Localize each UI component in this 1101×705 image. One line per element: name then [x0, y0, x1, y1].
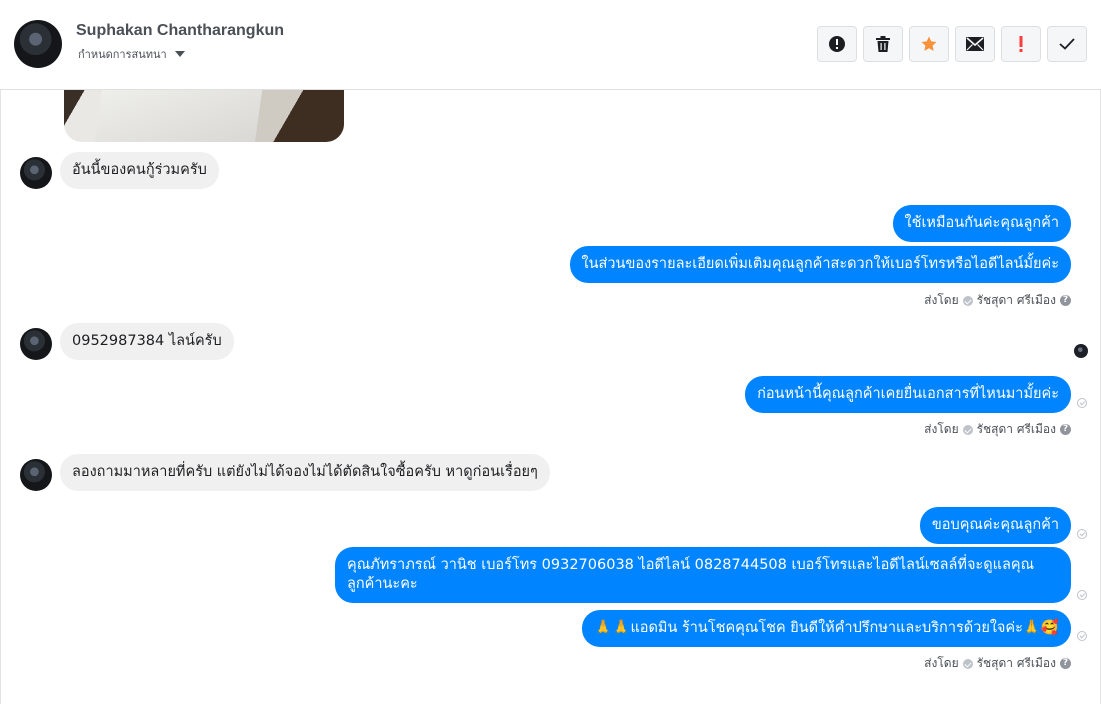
sent-by-label: ส่งโดย — [924, 422, 959, 436]
sent-by-agent: รัชสุดา ศรีเมือง — [976, 422, 1056, 436]
avatar[interactable] — [14, 20, 62, 68]
help-icon[interactable]: ? — [1060, 424, 1071, 435]
avatar — [20, 157, 52, 189]
delete-button[interactable] — [863, 26, 903, 62]
spam-icon — [829, 36, 845, 52]
message-outgoing[interactable]: ใช้เหมือนกันค่ะคุณลูกค้า — [892, 205, 1071, 242]
message-incoming[interactable]: อันนี้ของคนกู้ร่วมครับ — [60, 152, 219, 189]
seen-avatar — [1074, 344, 1088, 358]
trash-icon — [876, 36, 890, 52]
message-outgoing[interactable]: ก่อนหน้านี้คุณลูกค้าเคยยื่นเอกสารที่ไหนม… — [745, 376, 1071, 413]
sent-by-label: ส่งโดย — [924, 293, 959, 307]
important-button[interactable] — [1001, 26, 1041, 62]
avatar — [20, 328, 52, 360]
message-outgoing[interactable]: คุณภัทราภรณ์ วานิช เบอร์โทร 0932706038 ไ… — [335, 547, 1071, 603]
mail-icon — [966, 37, 984, 51]
mark-unread-button[interactable] — [955, 26, 995, 62]
help-icon[interactable]: ? — [1060, 658, 1071, 669]
message-list[interactable]: อันนี้ของคนกู้ร่วมครับ ใช้เหมือนกันค่ะคุ… — [0, 90, 1101, 705]
check-circle-icon — [962, 424, 973, 435]
sent-by-info: ส่งโดย รัชสุดา ศรีเมือง ? — [924, 654, 1071, 673]
message-outgoing[interactable]: ในส่วนของรายละเอียดเพิ่มเติมคุณลูกค้าสะด… — [569, 246, 1071, 283]
conversation-header: Suphakan Chantharangkun กำหนดการสนทนา — [0, 0, 1101, 90]
caret-down-icon — [174, 51, 185, 57]
sent-by-info: ส่งโดย รัชสุดา ศรีเมือง ? — [924, 420, 1071, 439]
sent-by-agent: รัชสุดา ศรีเมือง — [976, 293, 1056, 307]
delivered-icon — [1077, 398, 1087, 408]
header-actions — [817, 26, 1087, 62]
sent-by-label: ส่งโดย — [924, 656, 959, 670]
shared-photo[interactable] — [64, 90, 344, 142]
mark-done-button[interactable] — [1047, 26, 1087, 62]
delivered-icon — [1077, 529, 1087, 539]
delivered-icon — [1077, 590, 1087, 600]
sent-by-agent: รัชสุดา ศรีเมือง — [976, 656, 1056, 670]
mark-spam-button[interactable] — [817, 26, 857, 62]
delivered-icon — [1077, 631, 1087, 641]
check-circle-icon — [962, 295, 973, 306]
star-icon — [921, 36, 937, 51]
message-outgoing[interactable]: ขอบคุณค่ะคุณลูกค้า — [919, 507, 1071, 544]
message-incoming[interactable]: 0952987384 ไลน์ครับ — [60, 323, 234, 360]
help-icon[interactable]: ? — [1060, 295, 1071, 306]
contact-name[interactable]: Suphakan Chantharangkun — [76, 22, 284, 40]
check-circle-icon — [962, 658, 973, 669]
message-incoming[interactable]: ลองถามมาหลายที่ครับ แต่ยังไม่ได้จองไม่ได… — [60, 454, 550, 491]
important-icon — [1019, 36, 1023, 52]
check-icon — [1059, 38, 1075, 50]
conversation-assign-dropdown[interactable]: กำหนดการสนทนา — [78, 45, 185, 63]
star-button[interactable] — [909, 26, 949, 62]
sent-by-info: ส่งโดย รัชสุดา ศรีเมือง ? — [924, 291, 1071, 310]
conversation-assign-label: กำหนดการสนทนา — [78, 48, 167, 61]
avatar — [20, 459, 52, 491]
message-outgoing[interactable]: 🙏🙏แอดมิน ร้านโชคคุณโชค ยินดีให้คำปรึกษาแ… — [582, 610, 1071, 647]
